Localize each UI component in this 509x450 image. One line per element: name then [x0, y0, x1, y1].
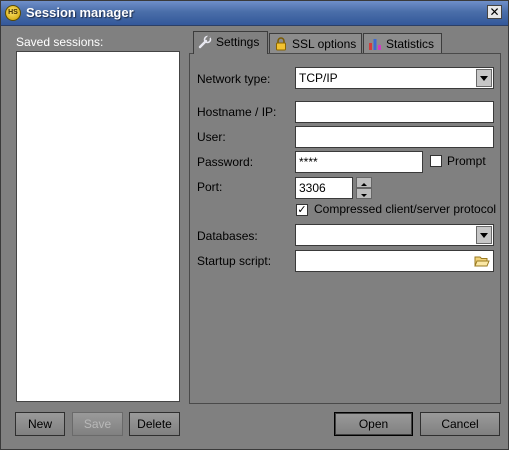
folder-open-icon[interactable]	[474, 253, 490, 269]
startup-script-field[interactable]	[295, 250, 494, 272]
close-button[interactable]: ✕	[487, 5, 502, 19]
port-increment-button[interactable]	[356, 177, 372, 188]
password-field[interactable]: ****	[295, 151, 423, 173]
saved-sessions-label: Saved sessions:	[16, 35, 104, 49]
window-title: Session manager	[26, 5, 134, 20]
startup-script-label: Startup script:	[197, 254, 272, 268]
tab-statistics[interactable]: Statistics	[363, 33, 442, 54]
hostname-label: Hostname / IP:	[197, 105, 277, 119]
tab-label: Statistics	[386, 37, 435, 51]
delete-button[interactable]: Delete	[129, 412, 180, 436]
port-decrement-button[interactable]	[356, 188, 372, 199]
tab-settings[interactable]: Settings	[193, 31, 268, 54]
network-type-value: TCP/IP	[299, 71, 338, 85]
databases-select[interactable]	[295, 224, 494, 246]
user-field[interactable]	[295, 126, 494, 148]
tab-ssl-options[interactable]: SSL options	[269, 33, 362, 54]
chevron-down-icon[interactable]	[476, 69, 492, 87]
network-type-select[interactable]: TCP/IP	[295, 67, 494, 89]
compressed-protocol-checkbox[interactable]: ✓	[296, 204, 308, 216]
title-bar[interactable]: HS Session manager ✕	[1, 1, 508, 26]
tab-label: Settings	[216, 35, 260, 49]
hostname-field[interactable]	[295, 101, 494, 123]
chevron-down-icon	[361, 194, 367, 197]
prompt-label: Prompt	[447, 154, 486, 168]
password-label: Password:	[197, 155, 254, 169]
save-button: Save	[72, 412, 123, 436]
open-button[interactable]: Open	[334, 412, 413, 436]
wrench-icon	[198, 35, 212, 49]
user-label: User:	[197, 130, 226, 144]
bar-chart-icon	[369, 39, 381, 50]
compressed-protocol-label: Compressed client/server protocol	[314, 202, 497, 216]
app-icon: HS	[5, 5, 21, 21]
databases-label: Databases:	[197, 229, 258, 243]
port-field[interactable]: 3306	[295, 177, 353, 199]
new-button[interactable]: New	[15, 412, 65, 436]
network-type-label: Network type:	[197, 72, 271, 86]
chevron-down-icon[interactable]	[476, 226, 492, 244]
cancel-button[interactable]: Cancel	[420, 412, 500, 436]
port-label: Port:	[197, 180, 223, 194]
lock-icon	[276, 37, 286, 51]
tab-label: SSL options	[292, 37, 357, 51]
prompt-checkbox[interactable]	[430, 155, 442, 167]
saved-sessions-list[interactable]	[16, 51, 180, 402]
session-manager-window: HS Session manager ✕ Saved sessions: New…	[0, 0, 509, 450]
